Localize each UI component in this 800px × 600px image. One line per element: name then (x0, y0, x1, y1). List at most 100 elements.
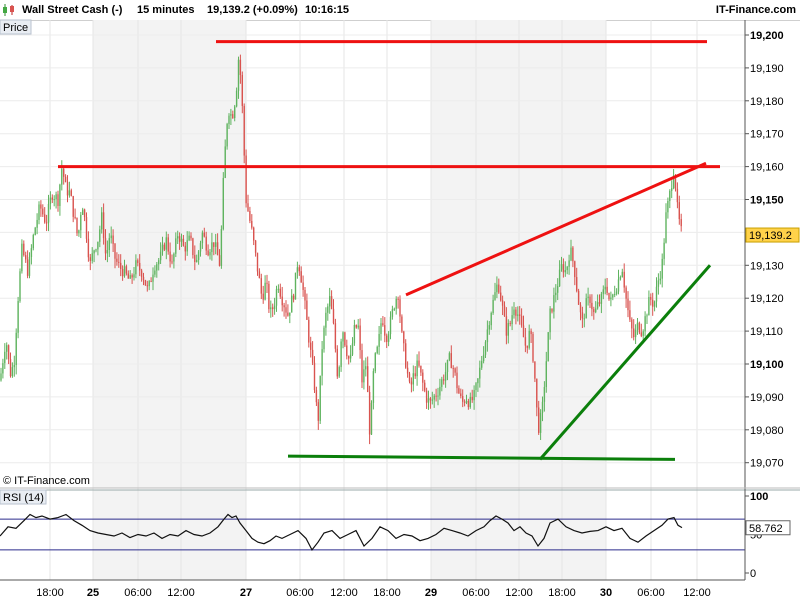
candle-body (570, 247, 572, 261)
candle-body (515, 309, 517, 316)
candle-body (581, 312, 584, 319)
candle (437, 387, 439, 406)
candle (264, 275, 266, 301)
candle-body (51, 197, 53, 200)
candle-body (443, 379, 445, 381)
candle-body (336, 348, 338, 377)
candle (38, 201, 40, 225)
candle (678, 195, 680, 225)
candle (220, 225, 223, 269)
candle-body (291, 295, 293, 313)
candle (243, 103, 245, 164)
candle-body (300, 271, 302, 283)
candle (224, 139, 226, 179)
y-tick-label: 19,080 (750, 425, 784, 437)
candle (486, 320, 489, 352)
y-tick-label: 19,150 (750, 195, 784, 207)
candle (89, 253, 91, 271)
candle-body (310, 342, 312, 350)
candle (469, 392, 471, 409)
candle (216, 233, 219, 256)
candle (433, 393, 435, 408)
candle-body (530, 330, 532, 335)
candle (439, 378, 441, 400)
candle-body (253, 227, 255, 241)
candle (51, 194, 53, 204)
candle-body (2, 363, 4, 374)
candle-body (479, 367, 481, 379)
candle (118, 254, 120, 268)
candle (163, 242, 166, 252)
candle-body (321, 349, 323, 376)
candle-body (391, 309, 394, 317)
candle (530, 328, 532, 344)
candle-body (123, 266, 126, 277)
candle-body (574, 261, 576, 278)
candle (249, 206, 251, 224)
candle-body (433, 395, 435, 400)
candle (509, 320, 511, 327)
candle (327, 303, 329, 321)
candle (330, 290, 333, 310)
candle (121, 265, 124, 281)
candle-body (429, 398, 432, 401)
candle (583, 313, 585, 328)
session-shading (93, 20, 606, 580)
candle-body (222, 177, 224, 230)
candle (256, 252, 259, 276)
candle (431, 391, 433, 405)
candle-body (353, 325, 356, 344)
candle-body (182, 238, 185, 246)
candle (558, 260, 561, 288)
candle-body (28, 256, 31, 276)
candle (465, 394, 468, 405)
last-price-label: 19,139.2 (749, 230, 792, 242)
candle-body (167, 237, 169, 252)
rsi-y-tick-label: 0 (750, 568, 756, 580)
candle-body (161, 244, 164, 252)
copyright-text: © IT-Finance.com (3, 475, 90, 487)
candle-body (458, 388, 460, 394)
candle (78, 229, 80, 237)
candle-body (439, 386, 441, 396)
candle-body (237, 59, 240, 91)
candle-body (367, 366, 369, 393)
candle-body (260, 278, 262, 294)
candle-body (348, 356, 350, 359)
candle (441, 376, 443, 392)
x-tick-label: 12:00 (330, 587, 358, 599)
candle (281, 286, 283, 312)
candle (403, 330, 405, 352)
x-tick-label: 06:00 (637, 587, 665, 599)
candle-body (418, 360, 420, 366)
candle-body (416, 360, 418, 377)
chart-canvas[interactable]: 18:00 25 06:00 12:00 27 06:00 12:00 18:00 29 06:0… (0, 0, 800, 600)
candle-body (44, 214, 46, 223)
candle (359, 318, 361, 359)
candle-body (501, 300, 504, 306)
candle-body (349, 354, 352, 359)
candle (137, 258, 139, 267)
candle-body (148, 281, 150, 287)
candle-body (665, 212, 667, 243)
candle (266, 274, 268, 294)
candle (545, 351, 547, 393)
x-tick-label: 29 (425, 587, 437, 599)
candle-body (543, 387, 546, 402)
candle-body (446, 359, 449, 372)
candle (617, 269, 620, 295)
candle (127, 270, 129, 279)
candle-body (226, 124, 228, 147)
candle (500, 285, 502, 302)
candle-body (306, 300, 308, 320)
candle (311, 341, 314, 366)
candle (188, 231, 190, 242)
candle (272, 303, 274, 317)
candle (194, 245, 196, 271)
candle-body (281, 296, 283, 306)
price-panel-label: Price (3, 22, 28, 34)
candle-body (427, 398, 430, 403)
candle (294, 272, 297, 300)
candle (405, 339, 407, 369)
candle-body (560, 264, 563, 270)
